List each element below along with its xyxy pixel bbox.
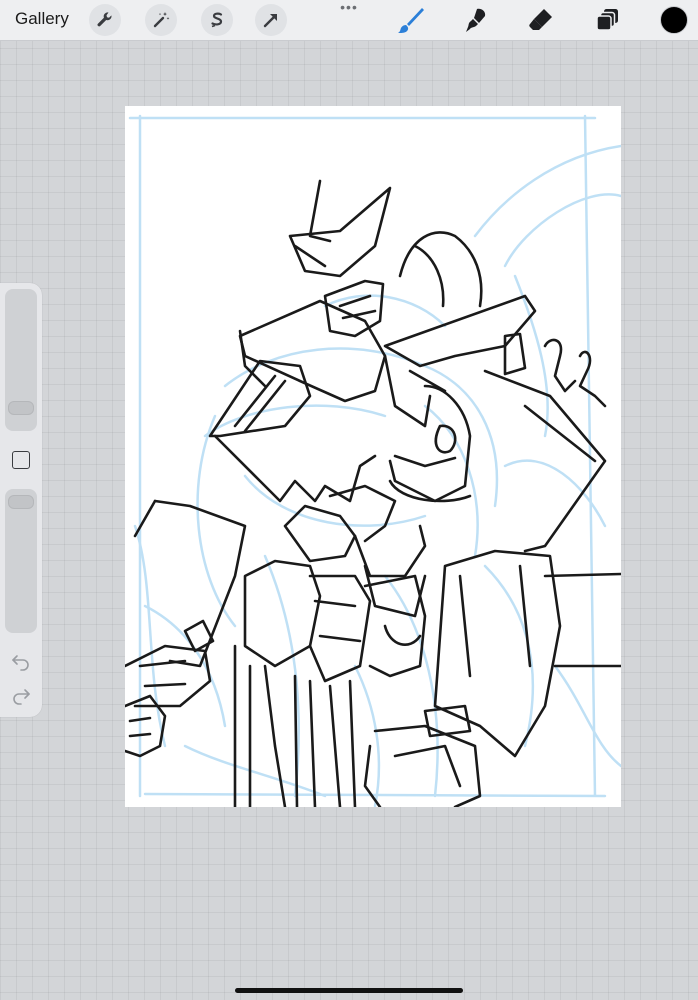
smudge-tool-button[interactable] <box>460 4 492 36</box>
redo-icon[interactable] <box>10 685 32 705</box>
opacity-handle[interactable] <box>8 495 34 509</box>
transform-button[interactable] <box>255 4 287 36</box>
selection-button[interactable] <box>201 4 233 36</box>
brush-size-handle[interactable] <box>8 401 34 415</box>
wrench-icon <box>97 12 112 27</box>
top-toolbar: Gallery ••• <box>0 0 698 41</box>
modify-button[interactable] <box>12 451 30 469</box>
robot-sketch-artwork <box>125 114 621 807</box>
layers-icon <box>596 9 618 31</box>
transform-arrow-icon <box>263 14 277 28</box>
magic-wand-icon <box>153 12 170 28</box>
actions-button[interactable] <box>89 4 121 36</box>
drawing-canvas[interactable] <box>125 106 621 807</box>
adjustments-button[interactable] <box>145 4 177 36</box>
brush-icon <box>398 8 424 34</box>
eraser-tool-button[interactable] <box>525 4 557 36</box>
home-indicator[interactable] <box>235 988 463 993</box>
color-picker-button[interactable] <box>660 6 688 34</box>
brush-size-slider[interactable] <box>5 289 37 431</box>
selection-s-icon <box>211 12 223 28</box>
eraser-icon <box>529 9 552 30</box>
left-sidebar <box>0 283 42 717</box>
gallery-button[interactable]: Gallery <box>15 9 69 29</box>
undo-icon[interactable] <box>10 651 32 671</box>
opacity-slider[interactable] <box>5 489 37 633</box>
layers-button[interactable] <box>592 4 624 36</box>
brush-tool-button[interactable] <box>394 4 426 36</box>
more-options-icon[interactable]: ••• <box>338 0 360 14</box>
smudge-icon <box>466 8 486 32</box>
